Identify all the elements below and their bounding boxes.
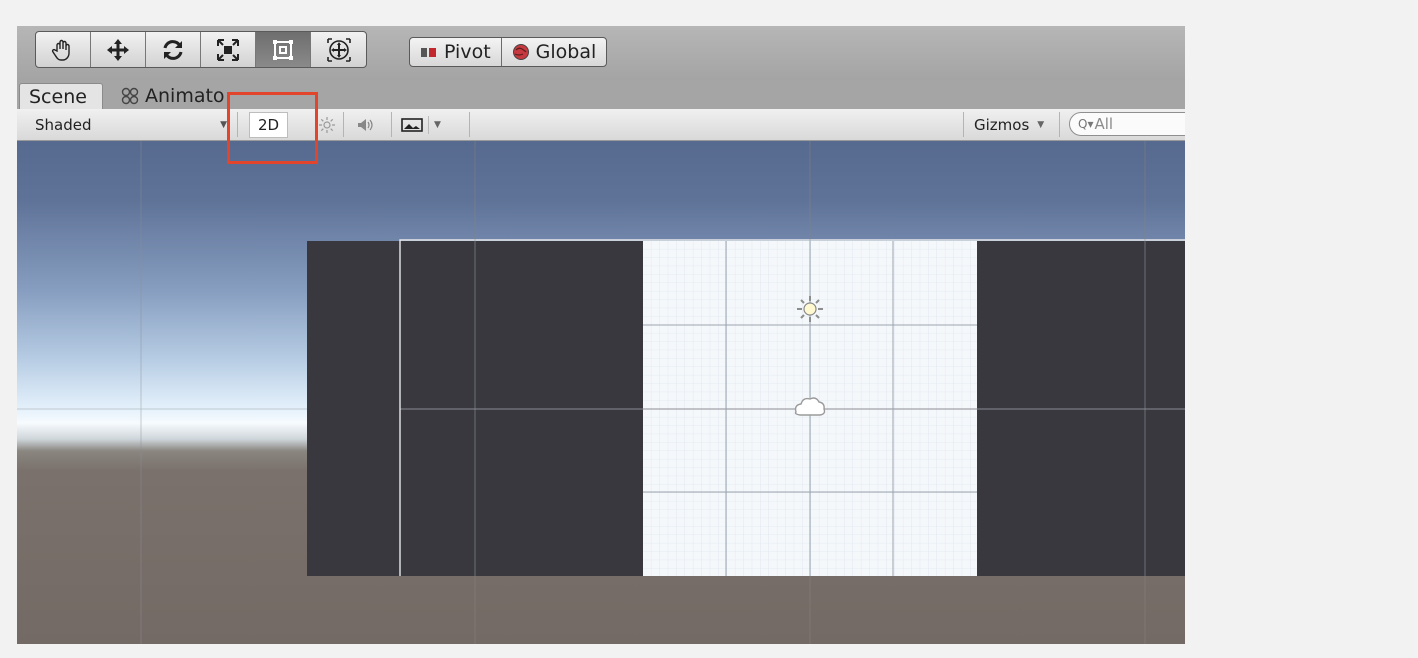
pivot-icon bbox=[421, 48, 436, 57]
hand-icon bbox=[51, 39, 70, 61]
unity-editor: Pivot Global Scene Animato Shaded ▼ 2D ▼… bbox=[17, 26, 1185, 644]
tab-scene[interactable]: Scene bbox=[19, 83, 103, 109]
dropdown-arrow-icon: ▼ bbox=[1037, 119, 1045, 130]
tab-scene-label: Scene bbox=[29, 85, 87, 108]
top-toolbar: Pivot Global bbox=[17, 26, 1185, 80]
dropdown-divider bbox=[428, 115, 429, 134]
move-arrows-icon bbox=[107, 38, 129, 61]
scale-tool-button[interactable] bbox=[201, 32, 256, 67]
separator bbox=[343, 112, 344, 137]
move-tool-button[interactable] bbox=[91, 32, 146, 67]
search-icon: Q▾ bbox=[1078, 117, 1094, 131]
rect-tool-button[interactable] bbox=[256, 32, 311, 67]
scale-icon bbox=[217, 38, 239, 61]
tab-bar: Scene Animato bbox=[17, 80, 1185, 109]
separator bbox=[1059, 112, 1060, 137]
separator bbox=[391, 112, 392, 137]
globe-icon bbox=[512, 44, 529, 60]
animator-icon bbox=[121, 87, 139, 105]
tab-animator-label: Animato bbox=[145, 85, 225, 107]
highlight-annotation bbox=[227, 92, 318, 164]
dropdown-arrow-icon: ▼ bbox=[220, 119, 227, 130]
shading-mode-label: Shaded bbox=[35, 115, 92, 134]
pivot-label: Pivot bbox=[444, 41, 491, 63]
gizmos-label: Gizmos bbox=[974, 115, 1030, 134]
scene-viewport[interactable] bbox=[17, 141, 1185, 644]
global-button[interactable]: Global bbox=[500, 38, 607, 66]
sun-icon bbox=[319, 116, 335, 133]
rotate-icon bbox=[163, 39, 183, 60]
image-icon bbox=[401, 117, 423, 132]
pivot-global-group: Pivot Global bbox=[409, 37, 608, 67]
separator bbox=[963, 112, 964, 137]
scene-search-field[interactable]: Q▾ All bbox=[1069, 112, 1185, 136]
hand-tool-button[interactable] bbox=[36, 32, 91, 67]
gizmos-dropdown[interactable]: Gizmos ▼ bbox=[974, 109, 1054, 140]
speaker-icon bbox=[358, 118, 373, 131]
transform-tool-button[interactable] bbox=[311, 32, 366, 67]
rotate-tool-button[interactable] bbox=[146, 32, 201, 67]
search-placeholder: All bbox=[1094, 115, 1114, 133]
transform-icon bbox=[326, 37, 351, 62]
global-label: Global bbox=[535, 41, 597, 63]
transform-tools-group bbox=[35, 31, 367, 68]
dropdown-arrow-icon: ▼ bbox=[434, 119, 441, 130]
audio-toggle[interactable] bbox=[351, 109, 381, 140]
shading-mode-dropdown[interactable]: Shaded ▼ bbox=[35, 109, 231, 140]
effects-dropdown[interactable]: ▼ bbox=[401, 109, 457, 140]
scene-toolbar: Shaded ▼ 2D ▼ Gizmos ▼ Q▾ All bbox=[17, 109, 1185, 141]
separator bbox=[469, 112, 470, 137]
pivot-button[interactable]: Pivot bbox=[410, 38, 501, 66]
rect-icon bbox=[273, 39, 293, 60]
